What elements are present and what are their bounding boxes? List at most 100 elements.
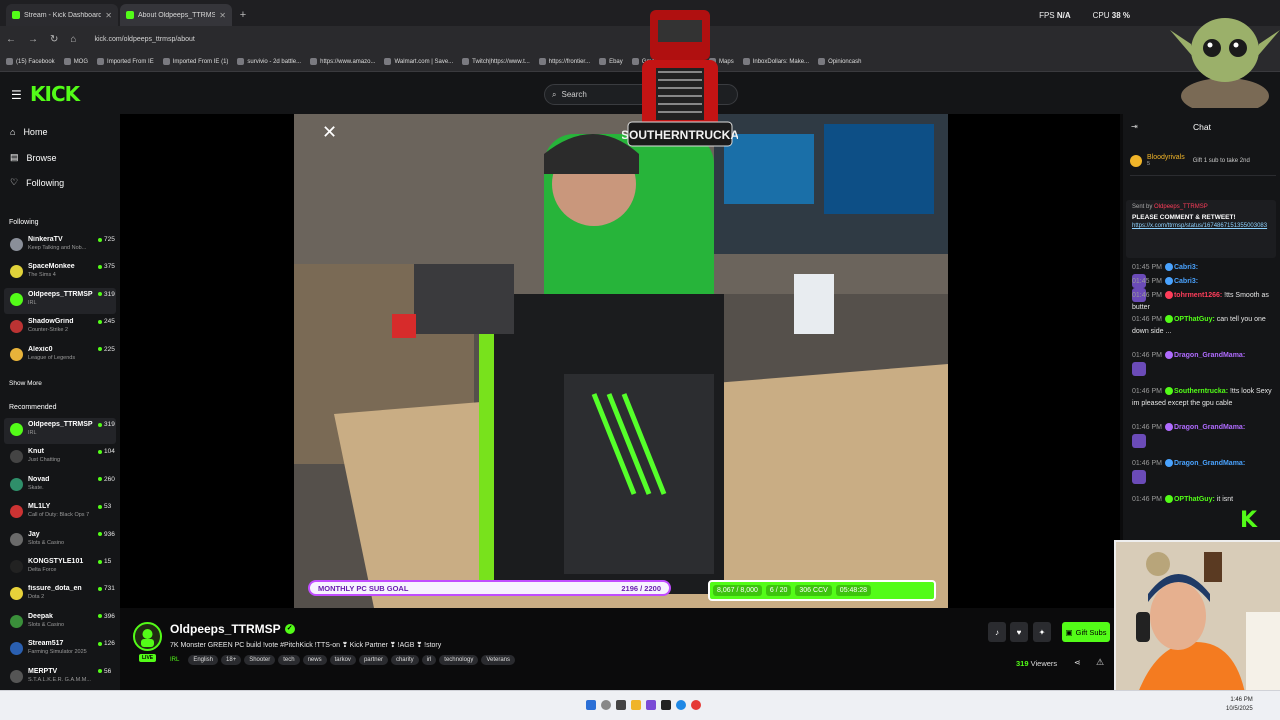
category-link[interactable]: IRL <box>170 657 179 663</box>
close-tab-icon[interactable]: ✕ <box>219 11 226 20</box>
bookmark-item[interactable]: Twitch|https://www.t... <box>462 58 530 65</box>
sidebar-channel[interactable]: Knut Just Chatting 104 <box>4 445 116 471</box>
new-tab-button[interactable]: + <box>234 4 252 26</box>
start-icon[interactable] <box>586 700 596 710</box>
home-browser-icon[interactable]: ⌂ <box>70 34 76 45</box>
message-user[interactable]: Southerntrucka: <box>1174 388 1228 395</box>
sidebar-channel[interactable]: Oldpeeps_TTRMSP IRL 319 <box>4 418 116 444</box>
close-overlay-icon[interactable]: ✕ <box>322 122 337 143</box>
subscribe-button[interactable]: ✦ <box>1033 622 1051 642</box>
system-clock[interactable]: 1:46 PM 10/5/2025 <box>1226 696 1253 714</box>
bookmark-item[interactable]: (15) Facebook <box>6 58 55 65</box>
goal-value: 2196 / 2200 <box>621 583 661 593</box>
bookmark-item[interactable]: Walmart.com | Save... <box>384 58 453 65</box>
taskbar-search-icon[interactable] <box>601 700 611 710</box>
sidebar-channel[interactable]: Novad Skate. 260 <box>4 473 116 499</box>
gift-leaderboard[interactable]: Bloodyrivals 5 Gift 1 sub to take 2nd <box>1130 146 1276 176</box>
stream-tag[interactable]: technology <box>439 655 479 665</box>
sidebar-channel[interactable]: Oldpeeps_TTRMSP IRL 319 <box>4 287 116 314</box>
collapse-chat-icon[interactable]: ⇥ <box>1131 122 1138 131</box>
obs-icon[interactable] <box>661 700 671 710</box>
stream-video[interactable] <box>294 114 948 608</box>
message-user[interactable]: Cabri3: <box>1174 264 1198 271</box>
sidebar-channel[interactable]: KONGSTYLE101 Delta Force 15 <box>4 555 116 581</box>
star-icon: ✦ <box>1038 627 1046 637</box>
stream-tag[interactable]: English <box>188 655 219 665</box>
stream-tag[interactable]: 18+ <box>221 655 242 665</box>
stream-tag[interactable]: tarkov <box>329 655 356 665</box>
edge-icon[interactable] <box>676 700 686 710</box>
gift-subs-button[interactable]: ▣ Gift Subs <box>1062 622 1110 642</box>
message-user[interactable]: OPThatGuy: <box>1174 316 1215 323</box>
share-icon[interactable]: ⋖ <box>1074 658 1081 667</box>
stream-tag[interactable]: news <box>302 655 327 665</box>
notifications-button[interactable]: ♪ <box>988 622 1006 642</box>
bookmark-item[interactable]: Opinioncash <box>818 58 861 65</box>
stream-tag[interactable]: tech <box>278 655 300 665</box>
sidebar-channel[interactable]: fissure_dota_en Dota 2 731 <box>4 582 116 608</box>
follow-button[interactable]: ♥ <box>1010 622 1028 642</box>
browser-tab[interactable]: Stream - Kick Dashboard ✕ <box>6 4 118 26</box>
bookmark-item[interactable]: Imported From IE <box>97 58 154 65</box>
channel-info: Deepak Slots & Casino <box>28 610 98 628</box>
message-user[interactable]: Dragon_GrandMama: <box>1174 352 1245 359</box>
message-user[interactable]: Dragon_GrandMama: <box>1174 460 1245 467</box>
channel-avatar[interactable] <box>133 622 162 651</box>
task-view-icon[interactable] <box>616 700 626 710</box>
bookmark-item[interactable]: InboxDollars: Make... <box>742 58 809 65</box>
menu-icon[interactable]: ☰ <box>11 88 22 102</box>
kick-corner-logo: K <box>1240 508 1258 533</box>
kick-logo[interactable]: KICK <box>30 82 80 106</box>
sidebar-channel[interactable]: Deepak Slots & Casino 396 <box>4 610 116 636</box>
chat-message[interactable]: 01:46 PM Dragon_GrandMama: <box>1132 422 1276 448</box>
message-user[interactable]: OPThatGuy: <box>1174 496 1215 503</box>
bookmark-item[interactable]: https://www.amazo... <box>310 58 375 65</box>
chat-message[interactable]: 01:46 PM OPThatGuy: it isnt <box>1132 494 1276 506</box>
pinned-link[interactable]: https://x.com/ttrmsp/status/167486715135… <box>1132 223 1270 229</box>
bookmark-item[interactable]: Imported From IE (1) <box>162 58 228 65</box>
message-user[interactable]: Cabri3: <box>1174 278 1198 285</box>
sidebar-channel[interactable]: Alexic0 League of Legends 225 <box>4 343 116 369</box>
browser-tab-active[interactable]: About Oldpeeps_TTRMSP ✕ <box>120 4 232 26</box>
url-field[interactable]: kick.com/oldpeeps_ttrmsp/about <box>94 36 194 43</box>
stream-tag[interactable]: charity <box>390 655 419 665</box>
chat-message[interactable]: 01:46 PM Dragon_GrandMama: <box>1132 458 1276 484</box>
bookmark-item[interactable]: Ebay <box>599 58 623 65</box>
forward-icon[interactable]: → <box>28 34 38 45</box>
show-more-button[interactable]: Show More <box>9 380 42 387</box>
reload-icon[interactable]: ↻ <box>50 34 58 45</box>
sidebar-item-browse[interactable]: ▤ Browse <box>10 152 57 163</box>
stream-tag[interactable]: irl <box>421 655 437 665</box>
sidebar-channel[interactable]: MERPTV S.T.A.L.K.E.R. G.A.M.M... 56 <box>4 665 116 691</box>
close-tab-icon[interactable]: ✕ <box>105 11 112 20</box>
sidebar-item-home[interactable]: ⌂ Home <box>10 127 47 137</box>
message-user[interactable]: Dragon_GrandMama: <box>1174 424 1245 431</box>
stream-tag[interactable]: partner <box>358 655 388 665</box>
chat-message[interactable]: 01:46 PM Southerntrucka: !tts look Sexy i… <box>1132 386 1276 410</box>
sidebar-channel[interactable]: SpaceMonkee The Sims 4 375 <box>4 260 116 286</box>
chrome-icon[interactable] <box>691 700 701 710</box>
chat-message[interactable]: 01:46 PM Dragon_GrandMama: <box>1132 350 1276 376</box>
chat-message[interactable]: 01:46 PM tohrment1266: !tts Smooth as but… <box>1132 290 1276 314</box>
app-icon[interactable] <box>646 700 656 710</box>
bookmark-label: (15) Facebook <box>16 58 55 65</box>
bookmark-item[interactable]: survivio - 2d battle... <box>237 58 301 65</box>
stream-tag[interactable]: Shooter <box>244 655 276 665</box>
sidebar-channel[interactable]: ML1LY Call of Duty: Black Ops 7 53 <box>4 500 116 526</box>
bookmark-item[interactable]: MOG <box>63 58 88 65</box>
fps-label: FPS <box>1039 11 1055 20</box>
file-explorer-icon[interactable] <box>631 700 641 710</box>
stream-tag[interactable]: Veterans <box>481 655 516 665</box>
chat-message[interactable]: 01:46 PM OPThatGuy: can tell you one down… <box>1132 314 1276 338</box>
message-user[interactable]: tohrment1266: <box>1174 292 1222 299</box>
report-icon[interactable]: ⚠ <box>1096 657 1104 668</box>
bookmark-item[interactable]: https://frontier... <box>538 58 590 65</box>
sidebar-channel[interactable]: ShadowGrind Counter-Strike 2 245 <box>4 315 116 341</box>
sidebar-item-following[interactable]: ♡ Following <box>10 177 64 188</box>
channel-viewers: 731 <box>98 582 115 592</box>
channel-name[interactable]: Oldpeeps_TTRMSP ✓ <box>170 622 295 636</box>
sidebar-channel[interactable]: Jay Slots & Casino 936 <box>4 528 116 554</box>
sidebar-channel[interactable]: Stream517 Farming Simulator 2025 126 <box>4 637 116 663</box>
sidebar-channel[interactable]: NinkeraTV Keep Talking and Nob... 725 <box>4 233 116 259</box>
back-icon[interactable]: ← <box>6 34 16 45</box>
